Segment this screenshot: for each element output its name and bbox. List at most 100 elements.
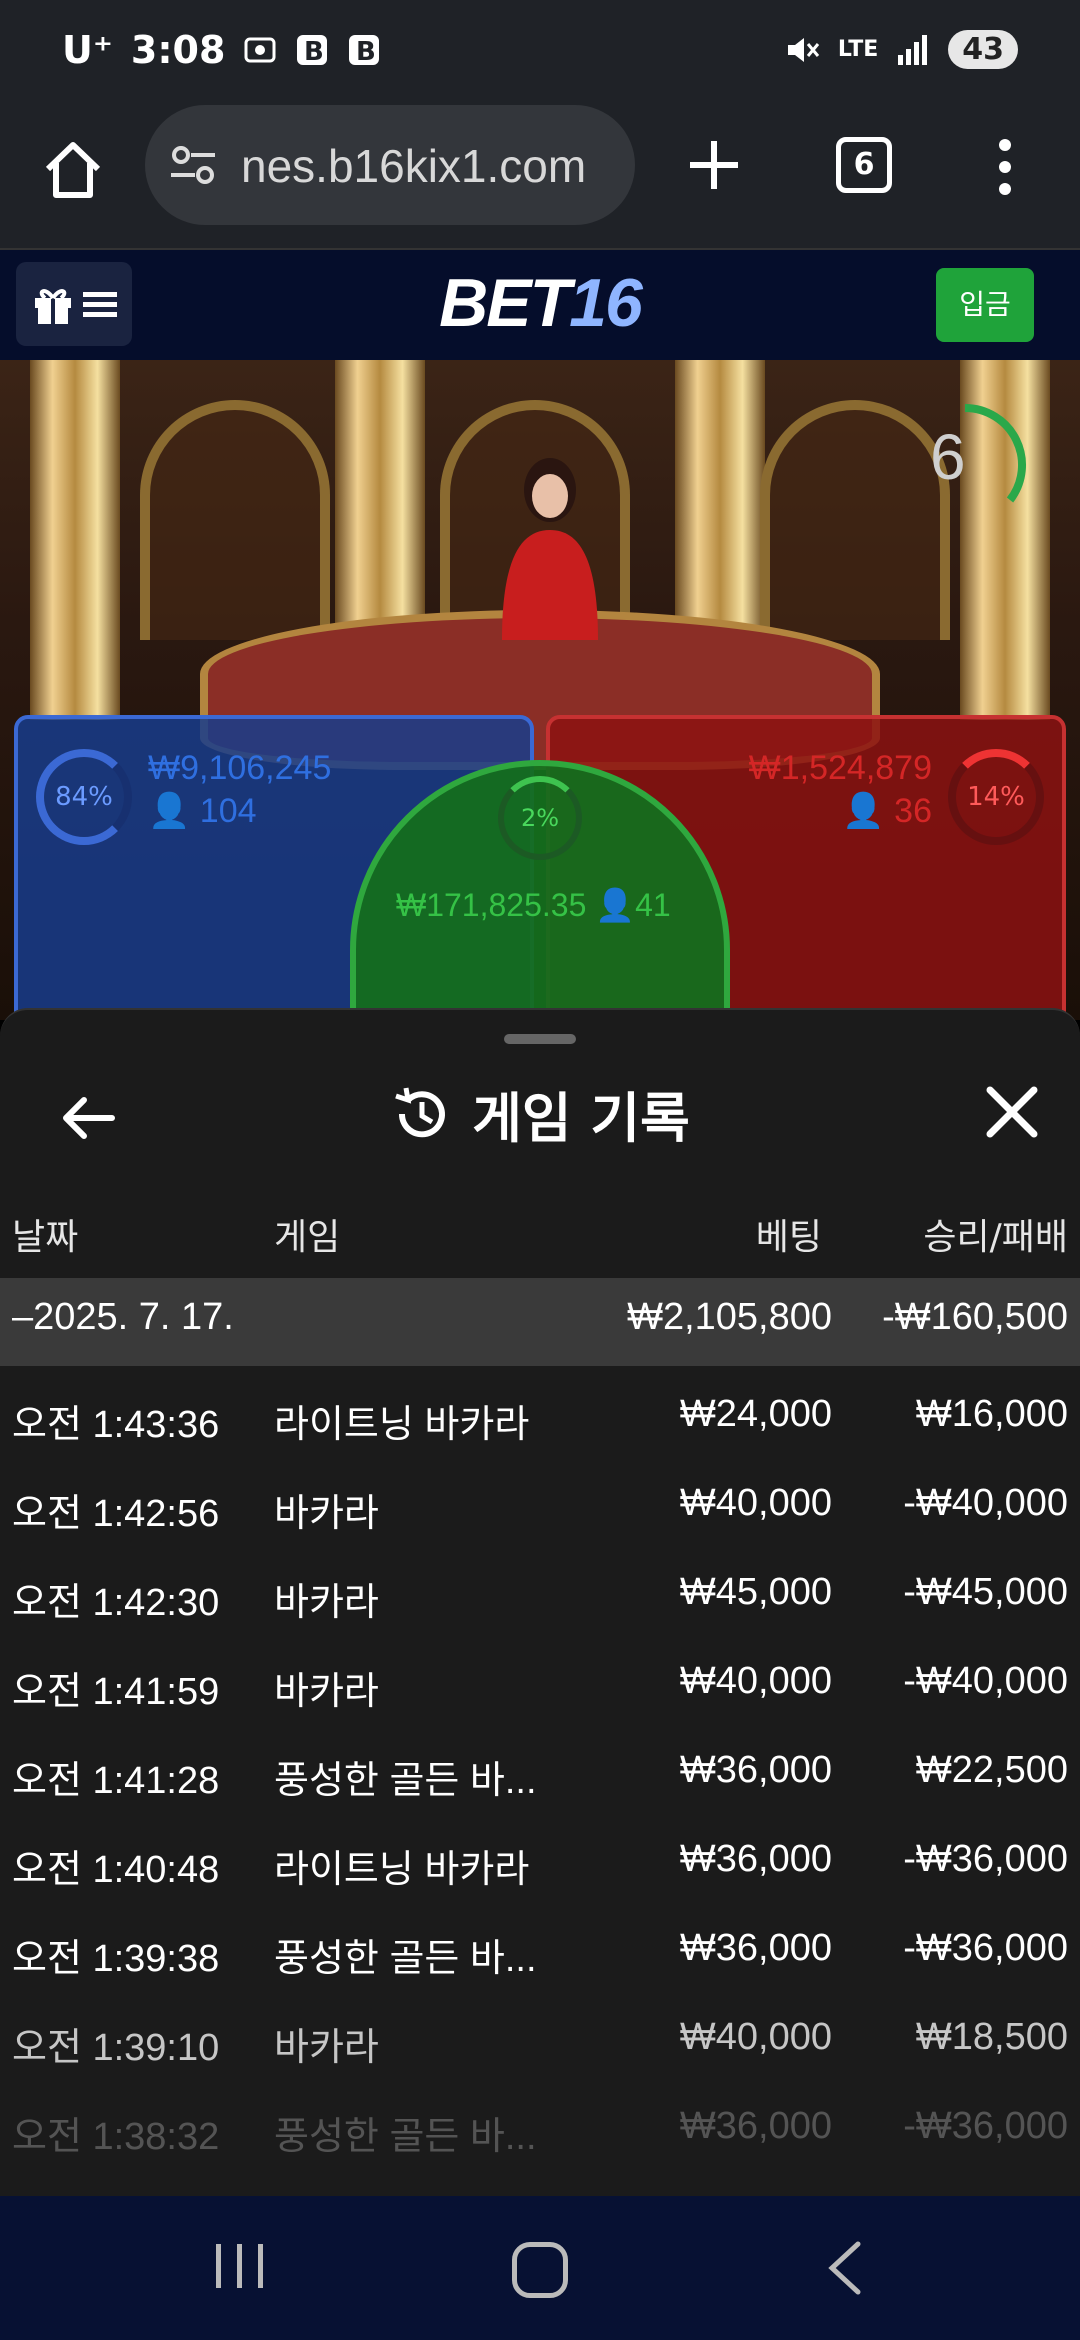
recent-apps-icon[interactable] (212, 2242, 268, 2290)
column-header-result[interactable]: 승리/패배 (923, 1208, 1068, 1268)
battery-indicator: 43 (948, 30, 1018, 69)
signal-icon (898, 34, 928, 65)
table-row[interactable]: 오전 1:43:36 라이트닝 바카라 ₩24,000 ₩16,000 (0, 1375, 1080, 1463)
status-right: LTE 43 (784, 30, 1018, 69)
network-label: LTE (837, 37, 879, 62)
row-time: 오전 1:39:38 (12, 1938, 220, 1980)
row-game: 바카라 (274, 1493, 379, 1535)
table-row[interactable]: 오전 1:41:28 풍성한 골든 바... ₩36,000 ₩22,500 (0, 1731, 1080, 1819)
row-bet: ₩36,000 (679, 1838, 832, 1880)
pillar (30, 360, 120, 720)
close-icon[interactable] (980, 1080, 1044, 1144)
row-time: 오전 1:41:28 (12, 1760, 220, 1802)
banker-count-value: 36 (894, 792, 932, 830)
row-result: -₩36,000 (903, 2105, 1068, 2147)
player-percent: 84% (36, 749, 132, 845)
row-game: 라이트닝 바카라 (274, 1849, 530, 1891)
row-bet: ₩40,000 (679, 2016, 832, 2058)
table-row[interactable]: 오전 1:41:59 바카라 ₩40,000 -₩40,000 (0, 1642, 1080, 1730)
row-time: 오전 1:39:10 (12, 2027, 220, 2069)
site-header: BET16 입금 (0, 250, 1080, 360)
address-bar[interactable]: nes.b16kix1.com (145, 105, 635, 225)
row-time: 오전 1:38:32 (12, 2116, 220, 2157)
countdown-number: 6 (930, 421, 966, 493)
player-amount: ₩9,106,245 (148, 749, 332, 787)
row-time: 오전 1:40:48 (12, 1849, 220, 1891)
banker-percent: 14% (948, 749, 1044, 845)
tie-count-value: 41 (635, 887, 671, 923)
row-time: 오전 1:42:56 (12, 1493, 220, 1535)
deposit-button[interactable]: 입금 (936, 268, 1034, 342)
row-result: ₩16,000 (915, 1393, 1068, 1435)
row-game: 바카라 (274, 1671, 379, 1713)
mute-icon (787, 37, 819, 62)
column-header-bet[interactable]: 베팅 (756, 1208, 822, 1268)
row-game: 라이트닝 바카라 (274, 1404, 530, 1446)
player-count-value: 104 (199, 792, 257, 830)
row-bet: ₩40,000 (679, 1660, 832, 1702)
app-b-icon: B (297, 35, 328, 67)
site-logo[interactable]: BET16 (0, 264, 1080, 342)
table-row[interactable]: 오전 1:39:38 풍성한 골든 바... ₩36,000 -₩36,000 (0, 1909, 1080, 1997)
nav-back-icon[interactable] (822, 2240, 870, 2296)
row-game: 바카라 (274, 2027, 379, 2069)
more-menu-icon[interactable] (990, 135, 1020, 199)
user-icon: 👤 (595, 887, 636, 923)
table-row[interactable]: 오전 1:42:56 바카라 ₩40,000 -₩40,000 (0, 1464, 1080, 1552)
row-result: -₩40,000 (903, 1482, 1068, 1524)
logo-text: BET (439, 265, 571, 341)
browser-toolbar: nes.b16kix1.com 6 (0, 105, 1080, 250)
row-bet: ₩36,000 (679, 2105, 832, 2147)
home-icon[interactable] (40, 137, 106, 203)
row-bet: ₩24,000 (679, 1393, 832, 1435)
tie-percent: 2% (498, 776, 582, 860)
clock: 3:08 (130, 28, 226, 72)
url-text: nes.b16kix1.com (241, 140, 587, 192)
date-summary-row[interactable]: –2025. 7. 17. ₩2,105,800 -₩160,500 (0, 1278, 1080, 1366)
logo-number: 16 (569, 265, 643, 341)
sheet-drag-handle[interactable] (504, 1034, 576, 1044)
site-settings-icon[interactable] (169, 143, 217, 187)
banker-amount: ₩1,524,879 (748, 749, 932, 787)
table-row[interactable]: 오전 1:39:10 바카라 ₩40,000 ₩18,500 (0, 1998, 1080, 2086)
table-row[interactable]: 오전 1:38:32 풍성한 골든 바... ₩36,000 -₩36,000 (0, 2087, 1080, 2157)
dealer-figure (502, 458, 598, 640)
summary-date: –2025. 7. 17. (12, 1296, 234, 1338)
system-nav-bar (0, 2196, 1080, 2340)
row-bet: ₩45,000 (679, 1571, 832, 1613)
row-time: 오전 1:42:30 (12, 1582, 220, 1624)
tab-switcher-button[interactable]: 6 (836, 137, 892, 193)
new-tab-icon[interactable] (686, 137, 742, 193)
row-game: 풍성한 골든 바... (274, 1938, 537, 1980)
column-header-game[interactable]: 게임 (274, 1208, 340, 1268)
summary-result: -₩160,500 (882, 1296, 1068, 1338)
screenshot-icon (244, 37, 276, 63)
live-video-area: 6 84% ₩9,106,245 👤 104 14% ₩1,524,879 👤 … (0, 360, 1080, 1020)
sheet-title: 게임 기록 (472, 1087, 690, 1150)
user-icon: 👤 (148, 792, 191, 830)
row-time: 오전 1:41:59 (12, 1671, 220, 1713)
history-icon (395, 1087, 446, 1137)
row-bet: ₩36,000 (679, 1927, 832, 1969)
banker-count: 👤 36 (842, 791, 932, 831)
tie-amount-row: ₩171,825.35 👤41 (396, 886, 671, 924)
nav-home-button[interactable] (512, 2242, 568, 2298)
row-time: 오전 1:43:36 (12, 1404, 220, 1446)
row-bet: ₩36,000 (679, 1749, 832, 1791)
svg-text:B: B (356, 37, 376, 67)
table-row[interactable]: 오전 1:42:30 바카라 ₩45,000 -₩45,000 (0, 1553, 1080, 1641)
status-bar: U⁺ 3:08 B B LTE 43 (0, 0, 1080, 105)
row-result: ₩18,500 (915, 2016, 1068, 2058)
row-result: ₩22,500 (915, 1749, 1068, 1791)
row-bet: ₩40,000 (679, 1482, 832, 1524)
user-icon: 👤 (842, 792, 885, 830)
row-result: -₩45,000 (903, 1571, 1068, 1613)
table-row[interactable]: 오전 1:40:48 라이트닝 바카라 ₩36,000 -₩36,000 (0, 1820, 1080, 1908)
row-game: 풍성한 골든 바... (274, 2116, 537, 2157)
status-left: U⁺ 3:08 B B (62, 28, 381, 72)
tie-amount: ₩171,825.35 (396, 887, 587, 923)
sheet-header: 게임 기록 (0, 1074, 1080, 1153)
row-game: 풍성한 골든 바... (274, 1760, 537, 1802)
column-header-date[interactable]: 날짜 (12, 1208, 78, 1268)
summary-bet: ₩2,105,800 (627, 1296, 832, 1338)
